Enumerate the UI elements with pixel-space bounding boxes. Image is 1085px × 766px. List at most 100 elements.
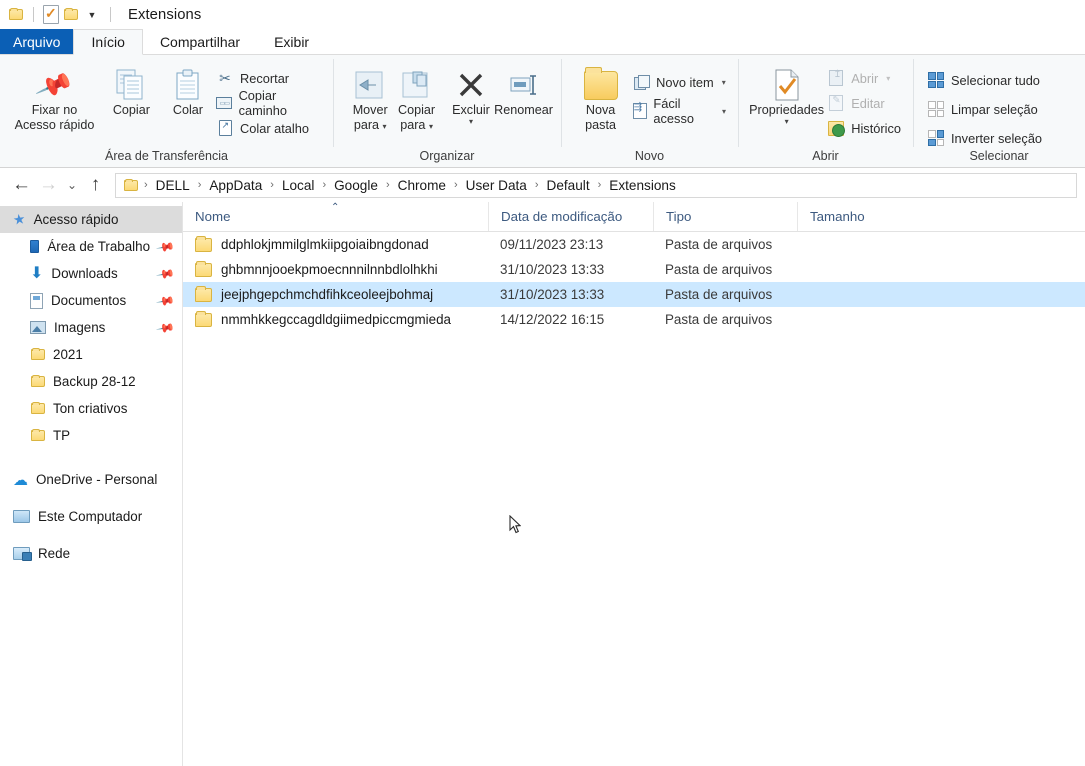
column-header-type[interactable]: Tipo [653, 202, 797, 231]
sidebar-item-downloads[interactable]: ⬇ Downloads 📌 [0, 260, 182, 287]
select-buttons: Selecionar tudo Limpar seleção Inverter … [927, 61, 1046, 149]
tab-arquivo[interactable]: Arquivo [0, 29, 74, 54]
qat-customize-dropdown[interactable]: ▼ [81, 5, 103, 25]
breadcrumb-item-default[interactable]: Default [543, 178, 594, 193]
pin-icon[interactable]: 📌 [155, 236, 175, 256]
move-to-button[interactable]: Mover para ▾ [347, 61, 393, 133]
paste-shortcut-icon [216, 119, 234, 137]
breadcrumb-item-dell[interactable]: DELL [152, 178, 194, 193]
clear-selection-button[interactable]: Limpar seleção [927, 98, 1046, 120]
pin-label-line1: Fixar no [31, 103, 78, 117]
sidebar-item-backup-28-12[interactable]: Backup 28-12 [0, 368, 182, 395]
sidebar-item-quick-access[interactable]: ★ Acesso rápido [0, 206, 182, 233]
select-all-button[interactable]: Selecionar tudo [927, 69, 1046, 91]
main-area: ★ Acesso rápido Área de Trabalho 📌 ⬇ Dow… [0, 202, 1085, 766]
pin-icon[interactable]: 📌 [155, 290, 175, 310]
sidebar-item-onedrive[interactable]: ☁ OneDrive - Personal [0, 466, 182, 493]
qat-folder-icon[interactable] [6, 5, 26, 25]
column-header-name[interactable]: Nome ⌃ [183, 202, 488, 231]
sidebar-item-desktop[interactable]: Área de Trabalho 📌 [0, 233, 182, 260]
paste-shortcut-button[interactable]: Colar atalho [216, 117, 325, 139]
breadcrumb-separator: › [385, 179, 390, 191]
sidebar-item-2021[interactable]: 2021 [0, 341, 182, 368]
file-size-cell [797, 262, 889, 277]
new-folder-button[interactable]: Nova pasta [575, 61, 626, 133]
recent-locations-button[interactable]: ⌄ [62, 172, 82, 199]
breadcrumb[interactable]: › DELL › AppData › Local › Google › Chro… [115, 172, 1077, 198]
pin-icon[interactable]: 📌 [155, 317, 175, 337]
forward-button[interactable]: → [35, 172, 62, 199]
table-row[interactable]: ddphlokjmmilglmkiipgoiaibngdonad 09/11/2… [183, 232, 1085, 257]
paste-button[interactable]: Colar [164, 61, 212, 118]
file-date-cell: 31/10/2023 13:33 [500, 287, 605, 302]
file-type-cell: Pasta de arquivos [665, 237, 773, 252]
folder-icon [195, 260, 212, 277]
select-all-icon [927, 71, 945, 89]
breadcrumb-item-appdata[interactable]: AppData [205, 178, 266, 193]
edit-label: Editar [851, 95, 885, 111]
desktop-icon [30, 240, 40, 253]
file-name-cell: ddphlokjmmilglmkiipgoiaibngdonad [183, 235, 488, 252]
column-header-date[interactable]: Data de modificação [488, 202, 653, 231]
ribbon-group-new: Nova pasta Novo item ▾ Fácil acesso ▾ No… [561, 55, 738, 167]
file-name-label: nmmhkkegccagdldgiimedpiccmgmieda [221, 312, 451, 327]
table-row[interactable]: jeejphgepchmchdfihkceoleejbohmaj 31/10/2… [183, 282, 1085, 307]
properties-button[interactable]: Propriedades ▾ [748, 61, 825, 126]
breadcrumb-item-local[interactable]: Local [278, 178, 319, 193]
tab-compartilhar[interactable]: Compartilhar [143, 29, 257, 54]
copy-button[interactable]: Copiar [99, 61, 164, 118]
file-size-cell [797, 312, 889, 327]
file-name-cell: ghbmnnjooekpmoecnnnilnnbdlolhkhi [183, 260, 488, 277]
sidebar-item-label: Rede [38, 546, 71, 561]
folder-icon [9, 8, 23, 20]
breadcrumb-separator: › [534, 179, 539, 191]
chevron-down-icon: ▾ [428, 122, 433, 131]
breadcrumb-item-google[interactable]: Google [330, 178, 382, 193]
table-row[interactable]: nmmhkkegccagdldgiimedpiccmgmieda 14/12/2… [183, 307, 1085, 332]
address-bar: ← → ⌄ ↑ › DELL › AppData › Local › Googl… [0, 168, 1085, 202]
qat-properties-button[interactable] [41, 5, 61, 25]
table-row[interactable]: ghbmnnjooekpmoecnnnilnnbdlolhkhi 31/10/2… [183, 257, 1085, 282]
sidebar-item-label: Downloads [51, 266, 118, 281]
tab-exibir[interactable]: Exibir [257, 29, 326, 54]
ribbon-group-open: Propriedades ▾ Abrir ▾ Editar Histórico [738, 55, 913, 167]
file-name-label: ghbmnnjooekpmoecnnnilnnbdlolhkhi [221, 262, 438, 277]
qat-new-folder-button[interactable] [61, 5, 81, 25]
copy-path-button[interactable]: ▭▭ Copiar caminho [216, 88, 325, 118]
sidebar-item-tp[interactable]: TP [0, 422, 182, 449]
sidebar-item-pictures[interactable]: Imagens 📌 [0, 314, 182, 341]
new-item-icon [632, 73, 650, 91]
quick-access-label: Acesso rápido [33, 212, 119, 227]
star-icon: ★ [11, 210, 27, 228]
back-button[interactable]: ← [8, 172, 35, 199]
cut-button[interactable]: ✂ Recortar [216, 67, 325, 89]
up-button[interactable]: ↑ [82, 172, 109, 199]
copy-path-label: Copiar caminho [238, 88, 287, 118]
new-item-button[interactable]: Novo item ▾ [632, 71, 730, 93]
easy-access-button[interactable]: Fácil acesso ▾ [632, 96, 730, 126]
sidebar-item-ton-criativos[interactable]: Ton criativos [0, 395, 182, 422]
column-headers: Nome ⌃ Data de modificação Tipo Tamanho [183, 202, 1085, 232]
history-button[interactable]: Histórico [827, 117, 905, 139]
rename-label: Renomear [494, 103, 553, 117]
tab-inicio[interactable]: Início [73, 29, 143, 55]
paste-label: Colar [172, 103, 203, 117]
pin-to-quick-access-button[interactable]: 📌 Fixar no Acesso rápido [10, 61, 99, 133]
sidebar-item-documents[interactable]: Documentos 📌 [0, 287, 182, 314]
edit-button: Editar [827, 92, 905, 114]
paste-icon-svg [176, 69, 199, 100]
delete-button[interactable]: Excluir ▾ [448, 61, 494, 126]
breadcrumb-item-extensions[interactable]: Extensions [605, 178, 680, 193]
sidebar-item-network[interactable]: Rede [0, 540, 182, 567]
folder-icon [195, 235, 212, 252]
column-header-size[interactable]: Tamanho [797, 202, 889, 231]
open-label: Abrir [851, 70, 879, 86]
pin-icon[interactable]: 📌 [155, 263, 175, 283]
file-date-cell: 14/12/2022 16:15 [500, 312, 605, 327]
breadcrumb-item-user-data[interactable]: User Data [462, 178, 531, 193]
rename-button[interactable]: Renomear [494, 61, 553, 118]
invert-selection-button[interactable]: Inverter seleção [927, 127, 1046, 149]
sidebar-item-this-pc[interactable]: Este Computador [0, 503, 182, 530]
copy-to-button[interactable]: Copiar para ▾ [393, 61, 439, 133]
breadcrumb-item-chrome[interactable]: Chrome [394, 178, 450, 193]
